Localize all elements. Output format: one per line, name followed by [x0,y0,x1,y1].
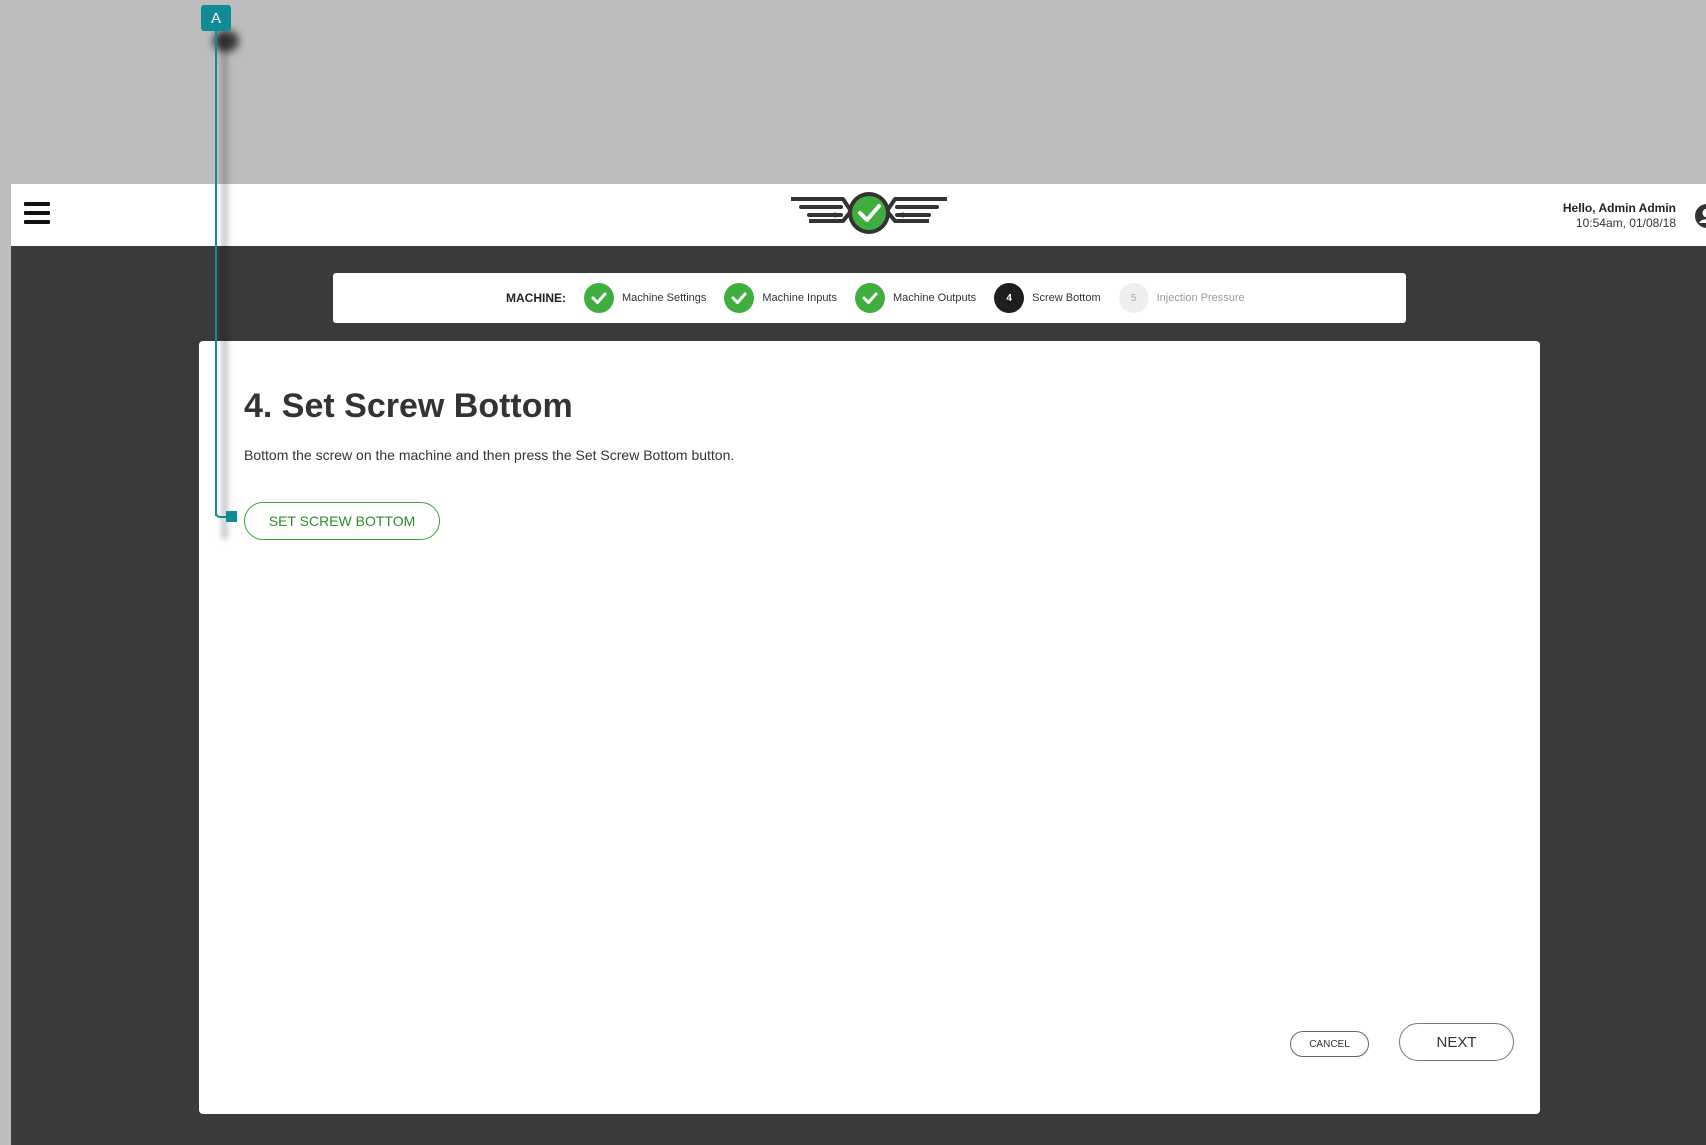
step-complete-check-icon [584,283,614,313]
step-label: Screw Bottom [1032,292,1101,304]
step-screw-bottom[interactable]: 4 Screw Bottom [994,283,1101,313]
step-label: Machine Settings [622,292,707,304]
instructions-text: Bottom the screw on the machine and then… [244,447,735,463]
step-number: 4 [994,283,1025,313]
user-account-icon[interactable] [1694,203,1706,229]
step-complete-check-icon [855,283,885,313]
step-number: 5 [1118,283,1149,313]
step-machine-outputs[interactable]: Machine Outputs [855,283,976,313]
step-label: Injection Pressure [1156,292,1245,304]
next-button[interactable]: NEXT [1399,1023,1514,1061]
step-label: Machine Inputs [762,292,837,304]
page-title: 4. Set Screw Bottom [244,387,573,425]
step-complete-check-icon [724,283,755,313]
stepper-label: MACHINE: [506,291,566,305]
callout-shadow [222,36,230,539]
callout-badge: A [201,5,231,31]
app-frame: Hello, Admin Admin 10:54am, 01/08/18 MAC… [11,184,1706,1145]
content-card: 4. Set Screw Bottom Bottom the screw on … [199,341,1540,1114]
step-injection-pressure[interactable]: 5 Injection Pressure [1118,283,1245,313]
hamburger-menu-icon[interactable] [24,202,50,226]
callout-marker [226,511,237,522]
user-greeting: Hello, Admin Admin [1562,201,1676,215]
step-machine-settings[interactable]: Machine Settings [584,283,706,313]
step-machine-inputs[interactable]: Machine Inputs [724,283,837,313]
callout-leader-line [215,31,217,516]
machine-setup-stepper: MACHINE: Machine Settings Machine Inputs… [333,273,1406,323]
top-bar: Hello, Admin Admin 10:54am, 01/08/18 [11,184,1706,246]
user-info: Hello, Admin Admin 10:54am, 01/08/18 [1563,201,1676,231]
winged-check-logo [791,192,947,234]
cancel-button[interactable]: CANCEL [1290,1031,1369,1057]
set-screw-bottom-button[interactable]: SET SCREW BOTTOM [244,502,440,540]
step-label: Machine Outputs [893,292,977,304]
timestamp: 10:54am, 01/08/18 [1575,216,1676,230]
